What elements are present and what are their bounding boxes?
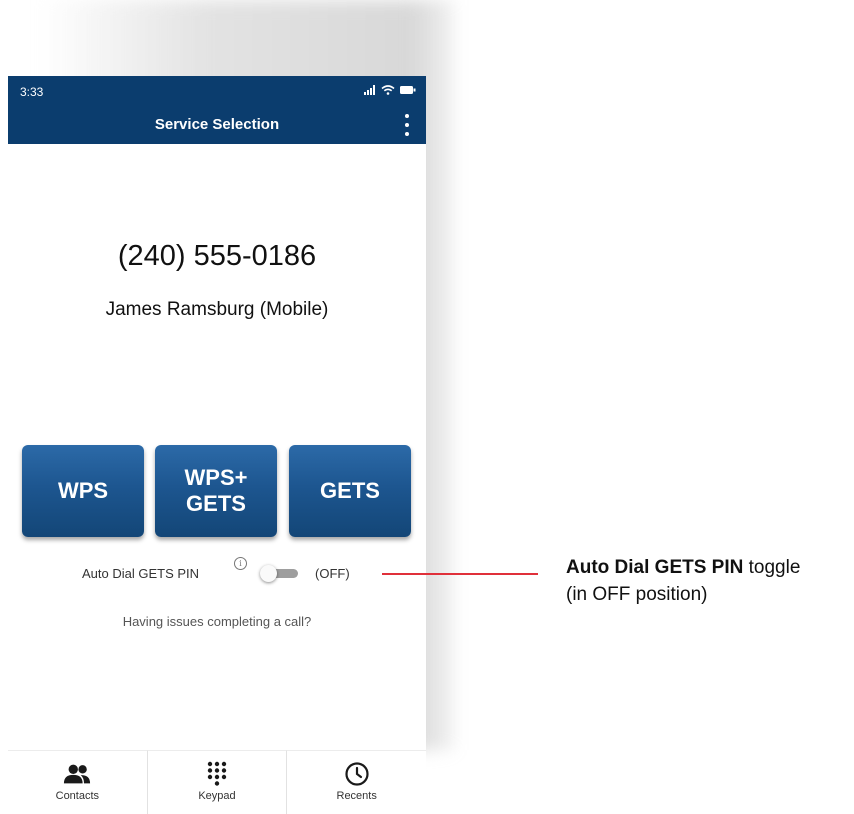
callout-line (382, 573, 538, 575)
contacts-icon (63, 761, 91, 787)
callout-annotation: Auto Dial GETS PIN toggle (in OFF positi… (566, 554, 800, 608)
app-bar: Service Selection (8, 108, 426, 144)
wps-button-label: WPS (57, 478, 109, 503)
callout-bold-text: Auto Dial GETS PIN (566, 557, 744, 578)
callout-line2-text: (in OFF position) (566, 584, 708, 605)
auto-dial-label: Auto Dial GETS PIN (82, 566, 200, 581)
signal-icon (364, 85, 375, 95)
wps-gets-button-label: WPS+ GETS (184, 465, 248, 516)
issues-link[interactable]: Having issues completing a call? (8, 614, 426, 629)
wifi-icon (381, 85, 395, 95)
status-time: 3:33 (20, 85, 44, 99)
nav-keypad-label: Keypad (198, 790, 236, 802)
bottom-nav: Contacts Keypad Recents (8, 750, 427, 814)
nav-recents[interactable]: Recents (287, 750, 427, 814)
page-title: Service Selection (154, 116, 280, 133)
gets-button[interactable]: GETS (289, 445, 411, 537)
battery-icon (400, 86, 416, 94)
wps-button[interactable]: WPS (22, 445, 144, 537)
phone-screen: 3:33 Service Selection (240) 555-0186 Ja… (8, 76, 426, 750)
auto-dial-toggle[interactable] (260, 565, 300, 582)
keypad-icon (203, 761, 231, 787)
callout-rest-text: toggle (743, 557, 801, 578)
phone-number: (240) 555-0186 (117, 240, 317, 272)
toggle-thumb (260, 565, 277, 582)
clock-icon (343, 761, 371, 787)
nav-contacts[interactable]: Contacts (8, 750, 148, 814)
status-bar: 3:33 (8, 76, 426, 108)
info-icon[interactable]: i (234, 557, 247, 570)
nav-contacts-label: Contacts (55, 790, 100, 802)
contact-name: James Ramsburg (Mobile) (105, 299, 329, 320)
status-icons (364, 85, 416, 95)
nav-keypad[interactable]: Keypad (147, 750, 288, 814)
nav-recents-label: Recents (336, 790, 377, 802)
gets-button-label: GETS (320, 478, 380, 503)
wps-gets-button[interactable]: WPS+ GETS (155, 445, 277, 537)
overflow-menu-icon[interactable] (402, 114, 412, 136)
auto-dial-state: (OFF) (315, 566, 350, 581)
